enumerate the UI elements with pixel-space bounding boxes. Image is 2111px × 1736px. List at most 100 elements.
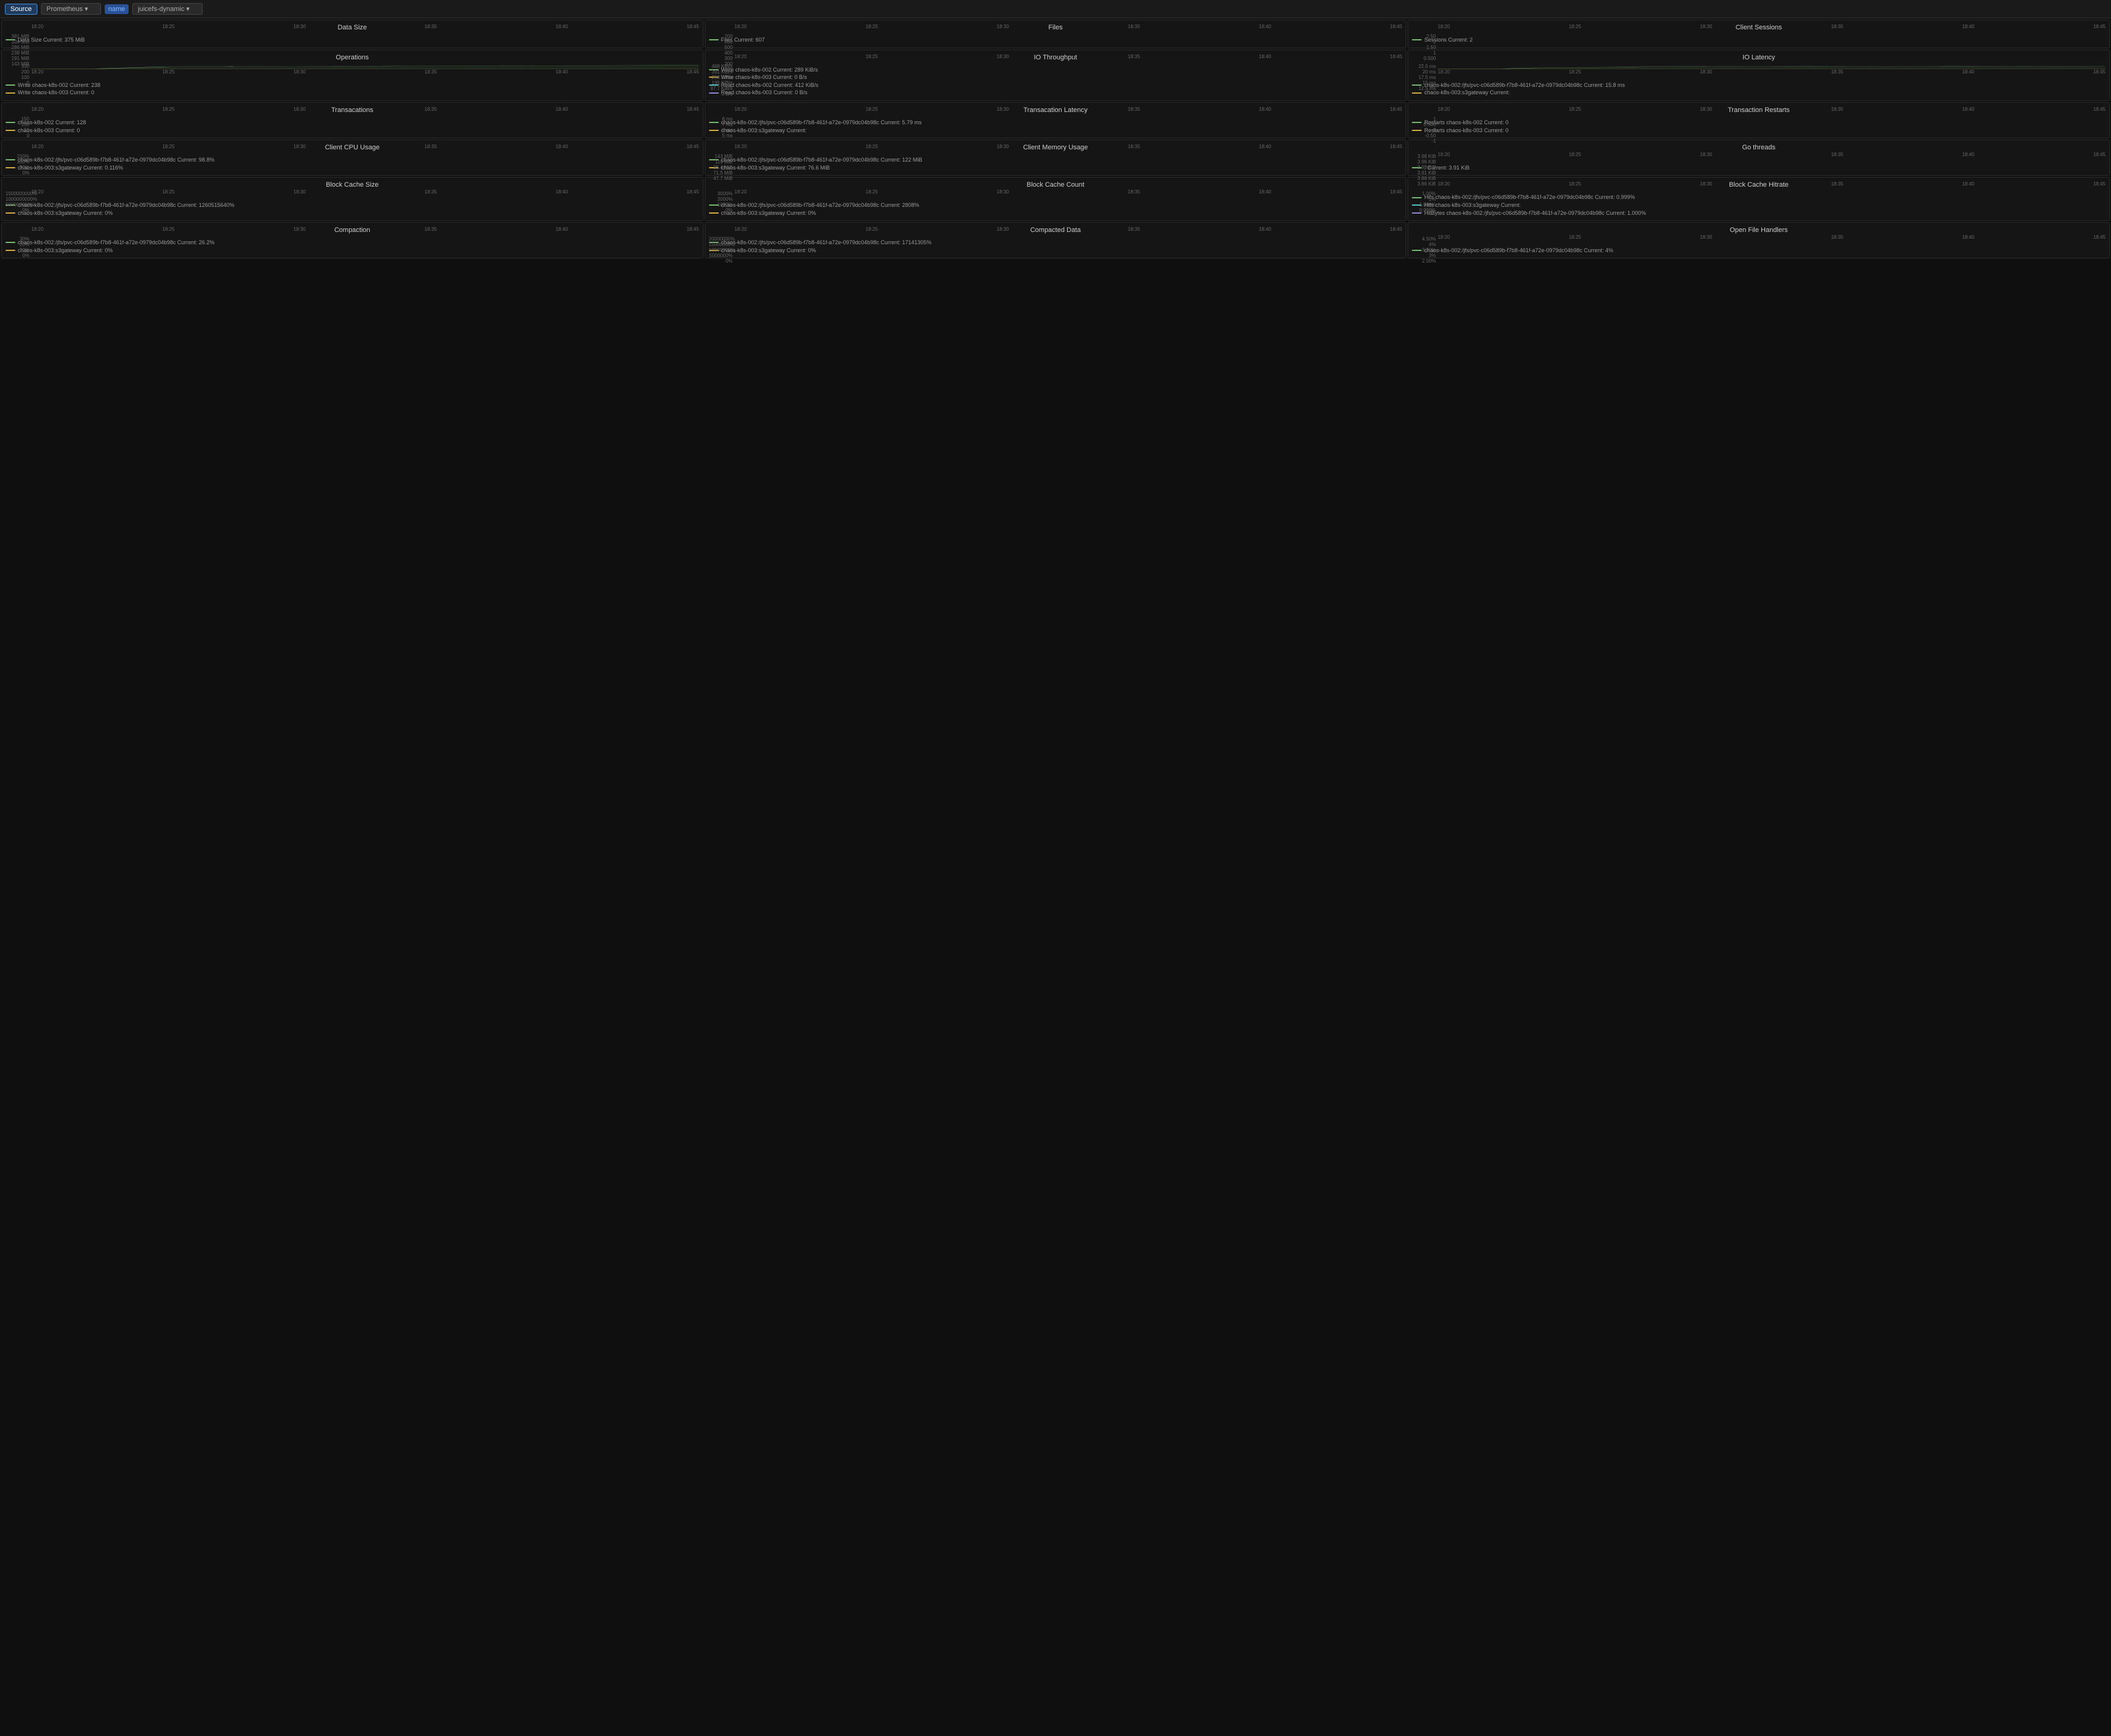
juicefs-dropdown[interactable]: juicefs-dynamic ▾	[132, 3, 202, 15]
panel-title-operations: Operations	[6, 54, 699, 61]
legend-transaction-restarts: Restarts chaos-k8s-002 Current: 0Restart…	[1412, 119, 2105, 134]
legend-text: chaos-k8s-003:s3gateway Current:	[721, 127, 807, 135]
legend-item: chaos-k8s-003:s3gateway Current: 0%	[709, 209, 1403, 217]
y-axis-operations: 3002001000	[6, 64, 31, 67]
x-axis-transaction-restarts: 18:2018:2518:3018:3518:4018:45	[1438, 107, 2105, 116]
legend-text: Read chaos-k8s-002 Current: 412 KiB/s	[721, 81, 819, 89]
legend-item: : Current: 3.91 KiB	[1412, 164, 2105, 172]
legend-item: chaos-k8s-002:/jfs/pvc-c06d589b-f7b8-461…	[6, 239, 699, 247]
legend-block-cache-count: chaos-k8s-002:/jfs/pvc-c06d589b-f7b8-461…	[709, 201, 1403, 217]
panel-go-threads: Go threads 3.98 KiB3.96 KiB3.93 KiB3.91 K…	[1408, 140, 2110, 176]
x-axis-operations: 18:2018:2518:3018:3518:4018:45	[31, 69, 699, 79]
chart-svg-io-latency	[1438, 64, 2105, 69]
chart-area-go-threads: 3.98 KiB3.96 KiB3.93 KiB3.91 KiB3.88 KiB…	[1412, 154, 2105, 162]
legend-text: Restarts chaos-k8s-003 Current: 0	[1424, 127, 1509, 135]
x-axis-compaction: 18:2018:2518:3018:3518:4018:45	[31, 226, 699, 236]
legend-transaction-latency: chaos-k8s-002:/jfs/pvc-c06d589b-f7b8-461…	[709, 119, 1403, 134]
legend-files: Files Current: 607	[709, 36, 1403, 44]
legend-data-size: Data Size Current: 375 MiB	[6, 36, 699, 44]
legend-text: chaos-k8s-003:s3gateway Current:	[1424, 89, 1510, 97]
legend-text: chaos-k8s-002:/jfs/pvc-c06d589b-f7b8-461…	[1424, 81, 1625, 89]
legend-item: Hits chaos-k8s-003:s3gateway Current:	[1412, 201, 2105, 209]
chart-area-operations: 300200100018:2018:2518:3018:3518:4018:45	[6, 64, 699, 79]
x-axis-data-size: 18:2018:2518:3018:3518:4018:45	[31, 24, 699, 34]
chart-inner-io-latency	[1438, 64, 2105, 69]
x-axis-open-file-handlers: 18:2018:2518:3018:3518:4018:45	[1438, 234, 2105, 244]
name-label: name	[105, 4, 129, 14]
legend-item: HitBytes chaos-k8s-002:/jfs/pvc-c06d589b…	[1412, 209, 2105, 217]
panel-title-go-threads: Go threads	[1412, 144, 2105, 151]
legend-item: chaos-k8s-003:s3gateway Current: 0%	[6, 247, 699, 255]
x-axis-block-cache-size: 18:2018:2518:3018:3518:4018:45	[31, 189, 699, 199]
panel-title-open-file-handlers: Open File Handlers	[1412, 226, 2105, 234]
legend-text: chaos-k8s-003:s3gateway Current: 0%	[18, 247, 113, 255]
legend-client-sessions: Sessions Current: 2	[1412, 36, 2105, 44]
legend-text: chaos-k8s-002:/jfs/pvc-c06d589b-f7b8-461…	[18, 239, 214, 247]
legend-text: HitBytes chaos-k8s-002:/jfs/pvc-c06d589b…	[1424, 209, 1646, 217]
legend-operations: Write chaos-k8s-002 Current: 238Write ch…	[6, 81, 699, 97]
legend-item: chaos-k8s-003:s3gateway Current:	[709, 127, 1403, 135]
legend-item: chaos-k8s-002:/jfs/pvc-c06d589b-f7b8-461…	[1412, 81, 2105, 89]
legend-text: Read chaos-k8s-003 Current: 0 B/s	[721, 89, 808, 97]
legend-text: chaos-k8s-002:/jfs/pvc-c06d589b-f7b8-461…	[18, 201, 234, 209]
panel-transaction-restarts: Transaction Restarts10.5000-0.50-118:201…	[1408, 102, 2110, 138]
dashboard: Data Size381 MiB334 MiB286 MiB238 MiB191…	[0, 18, 2111, 260]
panel-client-memory: Client Memory Usage143 MiB119 MiB95.4 Mi…	[705, 140, 1407, 176]
legend-text: chaos-k8s-002:/jfs/pvc-c06d589b-f7b8-461…	[721, 119, 922, 127]
x-axis-transactions: 18:2018:2518:3018:3518:4018:45	[31, 107, 699, 116]
legend-item: chaos-k8s-002:/jfs/pvc-c06d589b-f7b8-461…	[709, 239, 1403, 247]
x-axis-files: 18:2018:2518:3018:3518:4018:45	[735, 24, 1403, 34]
legend-text: Hits chaos-k8s-003:s3gateway Current:	[1424, 201, 1521, 209]
legend-text: chaos-k8s-002:/jfs/pvc-c06d589b-f7b8-461…	[18, 156, 214, 164]
panel-operations: Operations 300200100018:2018:2518:3018:35…	[1, 50, 703, 101]
x-axis-client-sessions: 18:2018:2518:3018:3518:4018:45	[1438, 24, 2105, 34]
legend-item: Files Current: 607	[709, 36, 1403, 44]
legend-compaction: chaos-k8s-002:/jfs/pvc-c06d589b-f7b8-461…	[6, 239, 699, 254]
panel-block-cache-count: Block Cache Count3000%2000%1000%0%18:201…	[705, 177, 1407, 221]
legend-io-throughput: Write chaos-k8s-002 Current: 289 KiB/sWr…	[709, 66, 1403, 97]
legend-item: Write chaos-k8s-003 Current: 0 B/s	[709, 73, 1403, 81]
panel-transactions: Transacations15010050018:2018:2518:3018:…	[1, 102, 703, 138]
legend-item: Read chaos-k8s-002 Current: 412 KiB/s	[709, 81, 1403, 89]
chart-area-block-cache-count: 3000%2000%1000%0%18:2018:2518:3018:3518:…	[709, 191, 1403, 199]
x-axis-block-cache-count: 18:2018:2518:3018:3518:4018:45	[735, 189, 1403, 199]
legend-block-cache-hitrate: Hits chaos-k8s-002:/jfs/pvc-c06d589b-f7b…	[1412, 193, 2105, 217]
legend-text: chaos-k8s-003:s3gateway Current: 0%	[721, 247, 816, 255]
legend-client-memory: chaos-k8s-002:/jfs/pvc-c06d589b-f7b8-461…	[709, 156, 1403, 171]
legend-go-threads: : Current: 3.91 KiB	[1412, 164, 2105, 172]
legend-item: Sessions Current: 2	[1412, 36, 2105, 44]
legend-item: chaos-k8s-002:/jfs/pvc-c06d589b-f7b8-461…	[1412, 247, 2105, 255]
legend-text: chaos-k8s-002:/jfs/pvc-c06d589b-f7b8-461…	[1424, 247, 1613, 255]
legend-item: Write chaos-k8s-002 Current: 238	[6, 81, 699, 89]
legend-color	[6, 92, 15, 94]
legend-item: chaos-k8s-002:/jfs/pvc-c06d589b-f7b8-461…	[709, 201, 1403, 209]
panel-compacted-data: Compacted Data20000000%15000000%10000000…	[705, 222, 1407, 258]
panel-block-cache-hitrate: Block Cache Hitrate1.00%1%1.000%0.999%18…	[1408, 177, 2110, 221]
x-axis-io-latency: 18:2018:2518:3018:3518:4018:45	[1438, 69, 2105, 79]
x-axis-compacted-data: 18:2018:2518:3018:3518:4018:45	[735, 226, 1403, 236]
panel-block-cache-size: Block Cache Size1500000000%1000000000%50…	[1, 177, 703, 221]
x-axis-block-cache-hitrate: 18:2018:2518:3018:3518:4018:45	[1438, 181, 2105, 191]
panel-transaction-latency: Transacation Latency8 ms7 ms6 ms5 ms18:2…	[705, 102, 1407, 138]
legend-item: chaos-k8s-003:s3gateway Current: 0.116%	[6, 164, 699, 172]
panel-compaction: Compaction30%20%10%0%18:2018:2518:3018:3…	[1, 222, 703, 258]
legend-item: chaos-k8s-003:s3gateway Current: 76.6 Mi…	[709, 164, 1403, 172]
legend-text: chaos-k8s-003:s3gateway Current: 76.6 Mi…	[721, 164, 830, 172]
legend-open-file-handlers: chaos-k8s-002:/jfs/pvc-c06d589b-f7b8-461…	[1412, 247, 2105, 255]
legend-item: chaos-k8s-003:s3gateway Current: 0%	[6, 209, 699, 217]
legend-item: chaos-k8s-002 Current: 128	[6, 119, 699, 127]
panel-files: Files70060050040030020018:2018:2518:3018…	[705, 20, 1407, 48]
legend-text: chaos-k8s-003:s3gateway Current: 0%	[18, 209, 113, 217]
legend-item: chaos-k8s-003:s3gateway Current:	[1412, 89, 2105, 97]
panel-title-block-cache-size: Block Cache Size	[6, 181, 699, 189]
prometheus-dropdown[interactable]: Prometheus ▾	[41, 3, 101, 15]
legend-text: chaos-k8s-003:s3gateway Current: 0.116%	[18, 164, 123, 172]
legend-item: chaos-k8s-002:/jfs/pvc-c06d589b-f7b8-461…	[6, 156, 699, 164]
legend-text: chaos-k8s-003:s3gateway Current: 0%	[721, 209, 816, 217]
legend-text: chaos-k8s-002:/jfs/pvc-c06d589b-f7b8-461…	[721, 201, 920, 209]
source-button[interactable]: Source	[5, 4, 37, 15]
legend-text: chaos-k8s-002:/jfs/pvc-c06d589b-f7b8-461…	[721, 156, 923, 164]
legend-item: Hits chaos-k8s-002:/jfs/pvc-c06d589b-f7b…	[1412, 193, 2105, 201]
legend-item: chaos-k8s-003:s3gateway Current: 0%	[709, 247, 1403, 255]
panel-io-throughput: IO Throughput488 KiB/s391 KiB/s293 KiB/s…	[705, 50, 1407, 101]
